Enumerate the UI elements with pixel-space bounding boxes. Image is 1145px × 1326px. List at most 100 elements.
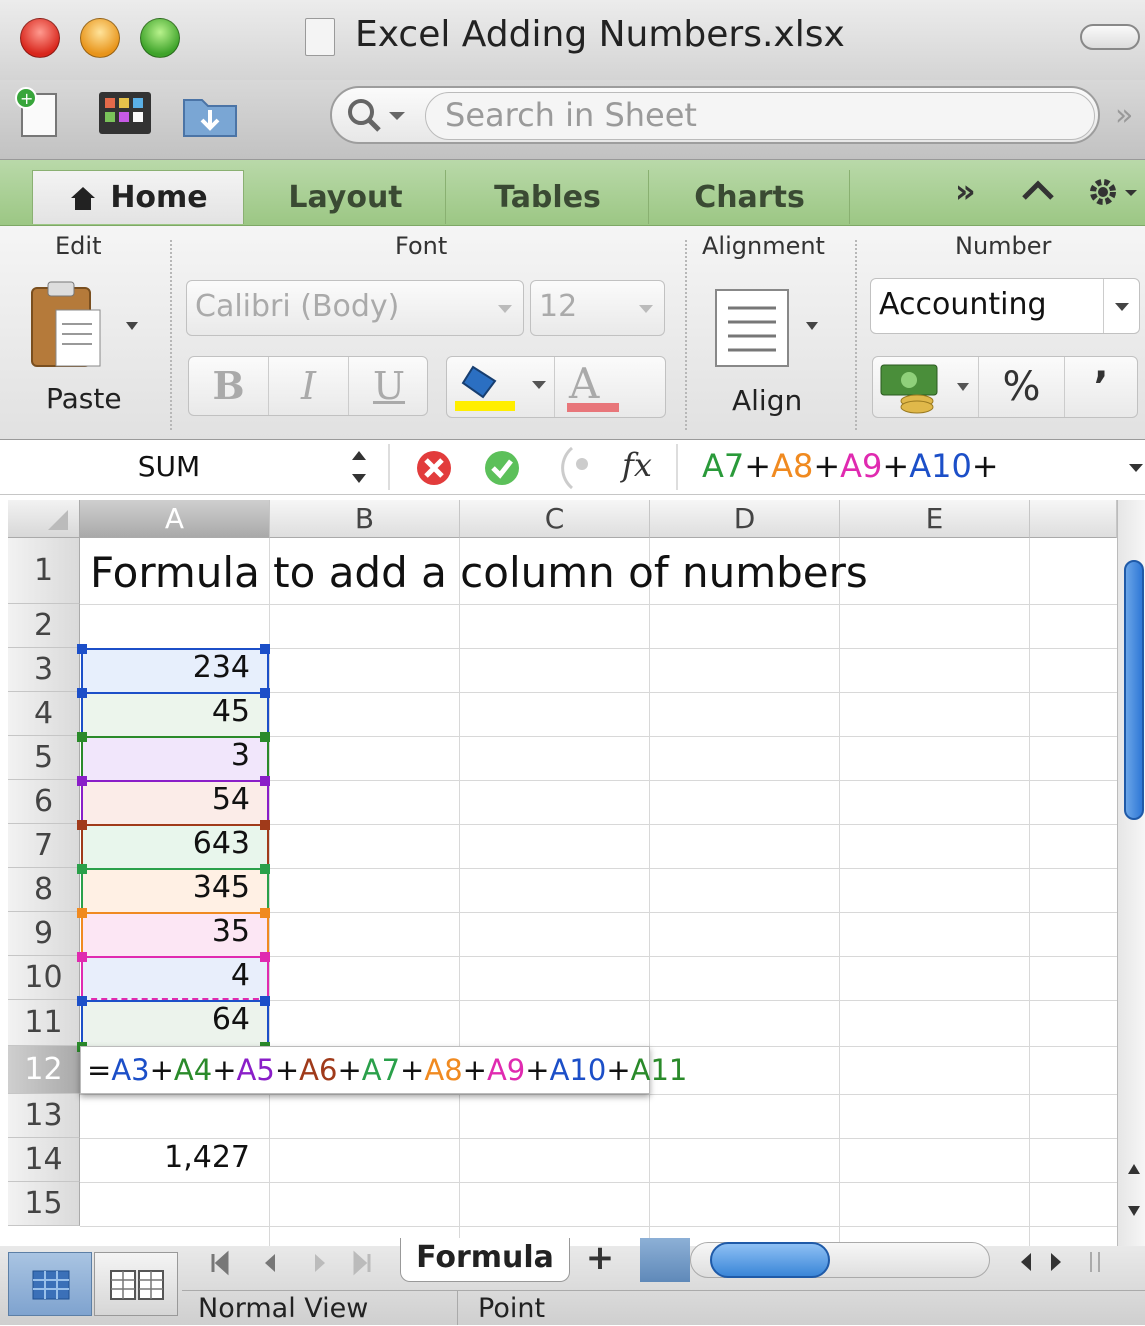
range-handle[interactable] xyxy=(260,820,270,830)
row-header-2[interactable]: 2 xyxy=(8,604,80,648)
percent-button[interactable]: % xyxy=(979,357,1065,417)
font-size-value: 12 xyxy=(539,289,578,324)
column-header-d[interactable]: D xyxy=(650,500,840,538)
editor-token: A3 xyxy=(111,1053,150,1087)
scroll-arrows-icon[interactable] xyxy=(1124,1150,1144,1230)
row-header-9[interactable]: 9 xyxy=(8,912,80,956)
font-name-select[interactable]: Calibri (Body) xyxy=(186,280,524,336)
horizontal-scroll-thumb[interactable] xyxy=(710,1242,830,1278)
currency-button[interactable] xyxy=(873,357,979,417)
formula-content[interactable]: A7+A8+A9+A10+ xyxy=(702,447,999,485)
cancel-formula-icon[interactable] xyxy=(412,446,456,490)
font-size-select[interactable]: 12 xyxy=(530,280,665,336)
select-all-corner[interactable] xyxy=(8,500,80,538)
bold-button[interactable]: B xyxy=(189,357,269,415)
column-header-c[interactable]: C xyxy=(460,500,650,538)
text-style-group: B I U xyxy=(188,356,428,416)
cell-a10[interactable]: 4 xyxy=(84,958,250,993)
underline-button[interactable]: U xyxy=(349,357,429,415)
row-header-3[interactable]: 3 xyxy=(8,648,80,692)
align-button[interactable]: Align xyxy=(700,280,840,428)
column-header-a[interactable]: A xyxy=(80,500,270,538)
toolbar-overflow-icon[interactable]: » xyxy=(1115,98,1133,133)
range-handle[interactable] xyxy=(260,776,270,786)
tab-split-handle[interactable] xyxy=(640,1238,690,1282)
gear-icon[interactable] xyxy=(1085,172,1141,212)
row-header-14[interactable]: 14 xyxy=(8,1138,80,1182)
column-header-f[interactable] xyxy=(1030,500,1117,538)
row-header-10[interactable]: 10 xyxy=(8,956,80,1000)
range-handle[interactable] xyxy=(260,644,270,654)
cell-a7[interactable]: 643 xyxy=(84,826,250,861)
paste-label: Paste xyxy=(46,382,122,415)
zoom-window-button[interactable] xyxy=(140,18,180,58)
range-handle[interactable] xyxy=(260,952,270,962)
row-header-13[interactable]: 13 xyxy=(8,1094,80,1138)
function-wizard-icon[interactable] xyxy=(552,444,612,492)
cell-a11[interactable]: 64 xyxy=(84,1002,250,1037)
cell-a9[interactable]: 35 xyxy=(84,914,250,949)
range-handle[interactable] xyxy=(260,688,270,698)
font-color-button[interactable]: A xyxy=(557,357,665,417)
name-box[interactable]: SUM xyxy=(8,444,330,490)
paste-button[interactable]: Paste xyxy=(22,278,152,428)
cell-a1[interactable]: Formula to add a column of numbers xyxy=(90,548,868,597)
new-workbook-button[interactable]: + xyxy=(12,86,66,140)
name-box-stepper-icon[interactable] xyxy=(338,446,380,488)
cell-a4[interactable]: 45 xyxy=(84,694,250,729)
editor-token: A9 xyxy=(486,1053,526,1087)
row-header-4[interactable]: 4 xyxy=(8,692,80,736)
horizontal-scroll-arrows-icon[interactable] xyxy=(995,1248,1115,1276)
tab-home[interactable]: Home xyxy=(32,170,244,224)
vertical-scroll-thumb[interactable] xyxy=(1124,560,1144,820)
cell-a14[interactable]: 1,427 xyxy=(84,1140,250,1175)
row-header-6[interactable]: 6 xyxy=(8,780,80,824)
minimize-window-button[interactable] xyxy=(80,18,120,58)
column-header-b[interactable]: B xyxy=(270,500,460,538)
enter-formula-icon[interactable] xyxy=(480,446,524,490)
italic-button[interactable]: I xyxy=(269,357,349,415)
font-color-glyph: A xyxy=(569,359,600,408)
divider xyxy=(676,444,678,490)
row-header-11[interactable]: 11 xyxy=(8,1000,80,1046)
chevron-down-icon[interactable] xyxy=(531,379,547,393)
tab-charts[interactable]: Charts xyxy=(650,170,850,224)
fx-button[interactable]: fx xyxy=(622,446,652,484)
row-header-15[interactable]: 15 xyxy=(8,1182,80,1226)
cell-a6[interactable]: 54 xyxy=(84,782,250,817)
row-header-1[interactable]: 1 xyxy=(8,538,80,604)
row-header-5[interactable]: 5 xyxy=(8,736,80,780)
more-tabs-icon[interactable]: » xyxy=(955,172,976,210)
cell-editor-a12[interactable]: =A3+A4+A5+A6+A7+A8+A9+A10+A11 xyxy=(80,1046,687,1094)
tab-layout[interactable]: Layout xyxy=(246,170,446,224)
expand-formula-icon[interactable] xyxy=(1128,462,1144,476)
page-layout-view-button[interactable] xyxy=(94,1252,178,1316)
collapse-ribbon-icon[interactable] xyxy=(1020,176,1056,206)
range-handle[interactable] xyxy=(260,732,270,742)
tab-tables[interactable]: Tables xyxy=(447,170,649,224)
range-handle[interactable] xyxy=(260,996,270,1006)
normal-view-button[interactable] xyxy=(8,1252,92,1316)
sheet-navigation-icon[interactable] xyxy=(205,1248,380,1278)
cell-a3[interactable]: 234 xyxy=(84,650,250,685)
sheet-tab-formula[interactable]: Formula xyxy=(400,1238,570,1282)
close-window-button[interactable] xyxy=(20,18,60,58)
cell-a8[interactable]: 345 xyxy=(84,870,250,905)
toolbar-toggle-button[interactable] xyxy=(1080,24,1140,50)
column-header-e[interactable]: E xyxy=(840,500,1030,538)
add-sheet-button[interactable]: + xyxy=(570,1238,630,1278)
row-header-12[interactable]: 12 xyxy=(8,1046,80,1094)
templates-button[interactable] xyxy=(95,86,151,140)
comma-style-button[interactable]: ʼ xyxy=(1065,357,1137,417)
row-header-8[interactable]: 8 xyxy=(8,868,80,912)
row-header-7[interactable]: 7 xyxy=(8,824,80,868)
search-placeholder: Search in Sheet xyxy=(445,96,697,134)
editor-token: A7 xyxy=(361,1053,401,1087)
range-handle[interactable] xyxy=(260,908,270,918)
number-format-select[interactable]: Accounting xyxy=(870,278,1140,334)
number-format-dropdown[interactable] xyxy=(1103,279,1139,333)
corner-triangle-icon xyxy=(48,510,68,530)
range-handle[interactable] xyxy=(260,864,270,874)
open-button[interactable] xyxy=(180,86,237,140)
cell-a5[interactable]: 3 xyxy=(84,738,250,773)
